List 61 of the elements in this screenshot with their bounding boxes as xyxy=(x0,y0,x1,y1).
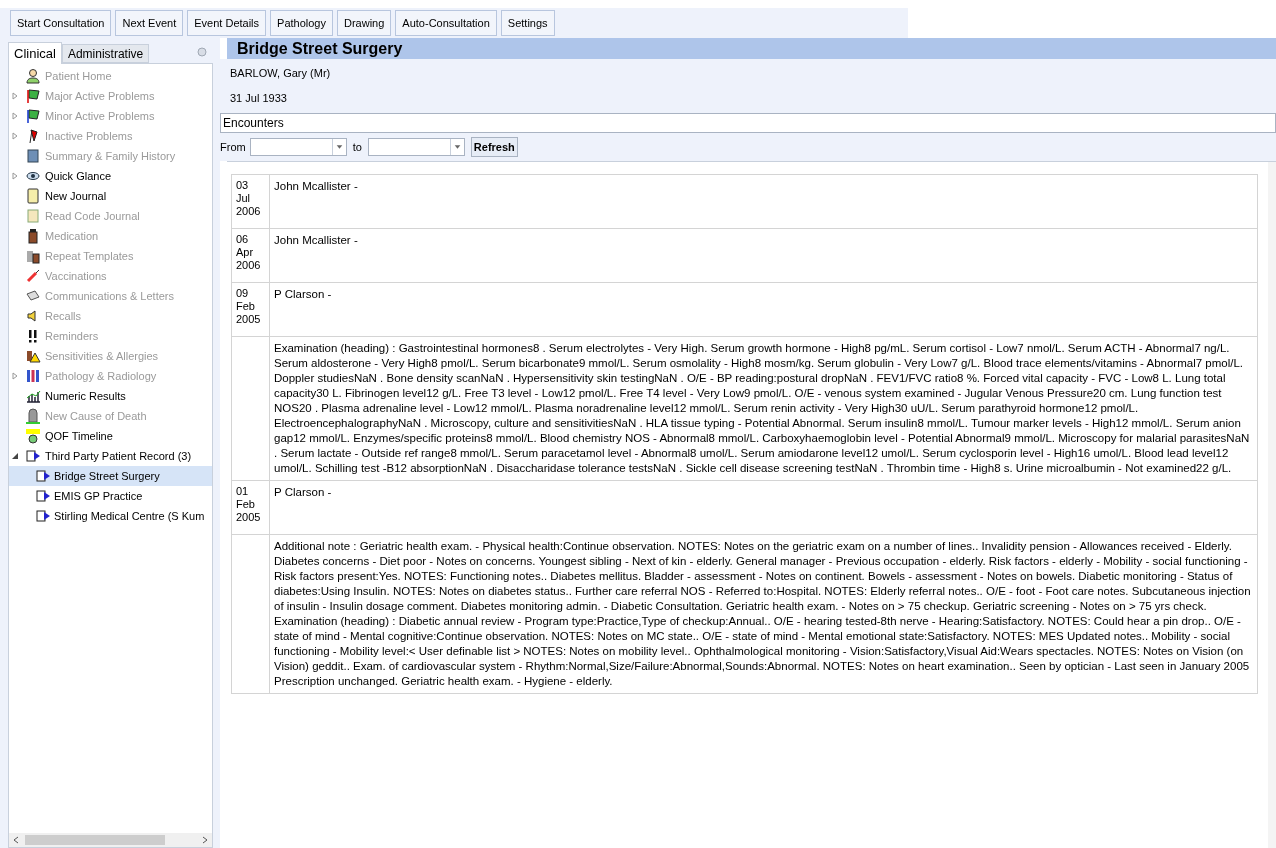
horizontal-scrollbar[interactable] xyxy=(9,833,212,847)
encounter-note: Examination (heading) : Gastrointestinal hormones8 . Serum electrolytes - Very High. Serum growth hormone - High8 pg/mL. Serum cortisol - Low7 nmol/L. Serum ACTH - Abnormal7 ng/L. Serum aldosterone - Very High8 pmol/L. Serum bicarbonate9 mmol/L. Serum osmolality - High8 mosm/kg. Serum globulin - Very Low7 g/L. Blood trace elements/vitamins - Abnormal7 pmol/L. Doppler studiesNaN . Bone density scanNaN . Hypersensitivity skin testingNaN . O/E - BP reading:postural dropNaN . FEV1/FVC ratio8 %. Forced vital capacity - FVC - Low8 L. Lung total capacity30 L. Fibrinogen level12 g/L. Free T3 level - Low12 pmol/L. Free T4 level - Very Low9 pmol/L. O/E - venous system examined - Jugular Venous Pressure20 cm. Lung function test NOS20 . Plasma adrenaline level - Low12 mmol/L. Plasma noradrenaline level12 mmol/L. Serum renin activity - Very High30 uU/L. Serum parathyroid hormone12 pmol/L. ElectroencephalographyNaN . Microscopy, culture and sensitivitiesNaN . HLA tissue typing - Potential Abnormal. Serum insulin8 mmol/L. Tumour marker levels - High12 mmol/L. Serum anion gap12 mmol/L. Enzymes/specific proteins8 mmol/L. Blood chemistry NOS - Abnormal8 mmol/L. Carboxyhaemoglobin level - Potential Abnormal9 mmol/L. Microscopy for malarial parasitesNaN . Serum lactate - Outside ref range8 mmol/L. Serum paracetamol level - Abnormal8 umol/L. Serum amiodarone level12 umol/L. Serum cyclosporin level - High16 umol/L. Blood lead level12 umol/L. Schilling test -B12 absorptionNaN . Disaccharidase tolerance testsNaN . Sickle cell disease screening testNaN . Thrombin time - High8 s. Urine microalbumin - Not examined22 g/L. xyxy=(274,341,1251,476)
flag-icon xyxy=(25,88,41,104)
bottles-icon xyxy=(25,248,41,264)
to-label: to xyxy=(352,139,362,155)
sidebar-item[interactable]: Numeric Results xyxy=(45,387,126,405)
gravestone-icon xyxy=(25,408,41,424)
patient-name: BARLOW, Gary (Mr) xyxy=(230,65,331,81)
encounter-note: Additional note : Geriatric health exam. - Physical health:Continue observation. NOTES: Notes on the geriatric exam on a number of lines.. Invalidity pension - Allowances received - Elderly. Diabetes concerns - Diet poor - Notes on concerns. Youngest sibling - Next of kin - elderly. General manager - Previous occupation - elderly. Risk factors - elderly - Mobility - social functioning - Risk factors present:Yes. NOTES: Functioning notes.. Diabetes mellitus. Bladder - assessment - Notes on continent. Bowels - assessment - Notes on bowels. Diabetic monitoring - Status of diabetes:Using Insulin. NOTES: Notes on diabetes status.. Further care referral NOS - Referred to:Hospital. NOTES: Elderly referral notes.. O/E - foot - Foot care notes. Subcutaneous injection of insulin - Insulin dosage comment. Diabetes monitoring admin. - Diabetic Consultation. Geriatric health exam. - Notes on > 75 checkup. Geriatric screening - Notes on > 75 yrs check. xyxy=(274,539,1252,614)
flag-icon xyxy=(25,108,41,124)
record-icon xyxy=(35,468,51,484)
sidebar-item[interactable]: Quick Glance xyxy=(45,167,112,185)
from-date-field[interactable] xyxy=(249,138,347,156)
encounter-date: 09 Feb 2005 xyxy=(236,287,260,326)
toolbar-button[interactable]: Event Details xyxy=(187,10,267,36)
bar-chart-icon xyxy=(25,388,41,404)
bottle-icon xyxy=(25,228,41,244)
sidebar-subitem[interactable]: EMIS GP Practice xyxy=(9,486,212,506)
record-icon xyxy=(35,508,51,524)
encounter-date: 03 Jul 2006 xyxy=(236,179,260,218)
pin-icon[interactable] xyxy=(197,47,207,57)
clinician-name: John Mcallister - xyxy=(274,180,358,192)
sidebar-subitem[interactable]: Bridge Street Surgery xyxy=(9,466,212,486)
test-tubes-icon xyxy=(25,368,41,384)
sidebar-item[interactable]: Third Party Patient Record (3) xyxy=(45,447,192,465)
toolbar-button[interactable]: Next Event xyxy=(115,10,184,36)
from-label: From xyxy=(220,139,246,155)
toolbar-button[interactable]: Settings xyxy=(500,10,555,36)
date-of-birth: 31 Jul 1933 xyxy=(230,90,287,106)
sidebar-item[interactable]: QOF Timeline xyxy=(45,427,113,445)
sidebar-subitem[interactable]: Stirling Medical Centre (S Kum xyxy=(9,506,212,526)
encounter-date: 06 Apr 2006 xyxy=(236,233,260,272)
clinician-name: John Mcallister - xyxy=(274,234,358,246)
scroll-icon xyxy=(25,148,41,164)
syringe-icon xyxy=(25,268,41,284)
warning-icon xyxy=(25,348,41,364)
toolbar-button[interactable]: Start Consultation xyxy=(10,10,112,36)
sidebar-subitem-label: Stirling Medical Centre (S Kum xyxy=(54,508,205,524)
view-dropdown[interactable]: Encounters xyxy=(220,113,1276,133)
toolbar-button[interactable]: Pathology xyxy=(270,10,333,36)
sidebar-subitem-label: EMIS GP Practice xyxy=(54,488,143,504)
scroll-icon xyxy=(25,208,41,224)
journal-icon xyxy=(25,188,41,204)
record-icon xyxy=(35,488,51,504)
refresh-button[interactable]: Refresh xyxy=(470,137,518,157)
record-icon xyxy=(25,448,41,464)
timeline-icon xyxy=(25,428,41,444)
practice-title: Bridge Street Surgery xyxy=(237,38,403,59)
clinician-name: P Clarson - xyxy=(274,486,332,498)
encounter-date: 01 Feb 2005 xyxy=(236,485,260,524)
to-date-field[interactable] xyxy=(367,138,465,156)
toolbar-button[interactable]: Drawing xyxy=(337,10,392,36)
sidebar-tab[interactable]: Administrative xyxy=(61,44,150,63)
sidebar-subitem-label: Bridge Street Surgery xyxy=(54,468,160,484)
clinician-name: P Clarson - xyxy=(274,288,332,300)
toolbar-button[interactable]: Auto-Consultation xyxy=(395,10,497,36)
expanded-arrow-icon[interactable] xyxy=(11,452,21,460)
sidebar-tab[interactable]: Clinical xyxy=(8,42,62,64)
sidebar-item[interactable]: New Journal xyxy=(45,187,107,205)
person-icon xyxy=(25,68,41,84)
encounter-note: Examination (heading) : Diabetic annual review - Program type:Practice,Type of checkup:Annual.. O/E - hearing tested-8th nerve - Hearing:Satisfactory. NOTES: Could hear a pin drop.. O/E - state of mind - Mental cognitive:Continue observation. NOTES: Notes on MC state.. O/E - state of mind - Mental emotional state:Satisfactory. NOTES: MES Updated notes.. Mobility - social functioning - Mobility level:< User definable list > NOTES: Notes on mobility level.. Ophthalmological monitoring - Vision:Satisfactory,Visual Aid:Wears spectacles. NOTES: Notes on Vision (on Vision) geddit.. Exam. of cardiovascular system - Rhythm:Normal,Size/Failure:Abnormal,Sounds:Abnormal. NOTES: Notes on heart examination.. Seen by optician - Last seen in January 2005 Prescription unchanged. Geriatric health exam. - Hygiene - elderly. xyxy=(274,614,1251,689)
